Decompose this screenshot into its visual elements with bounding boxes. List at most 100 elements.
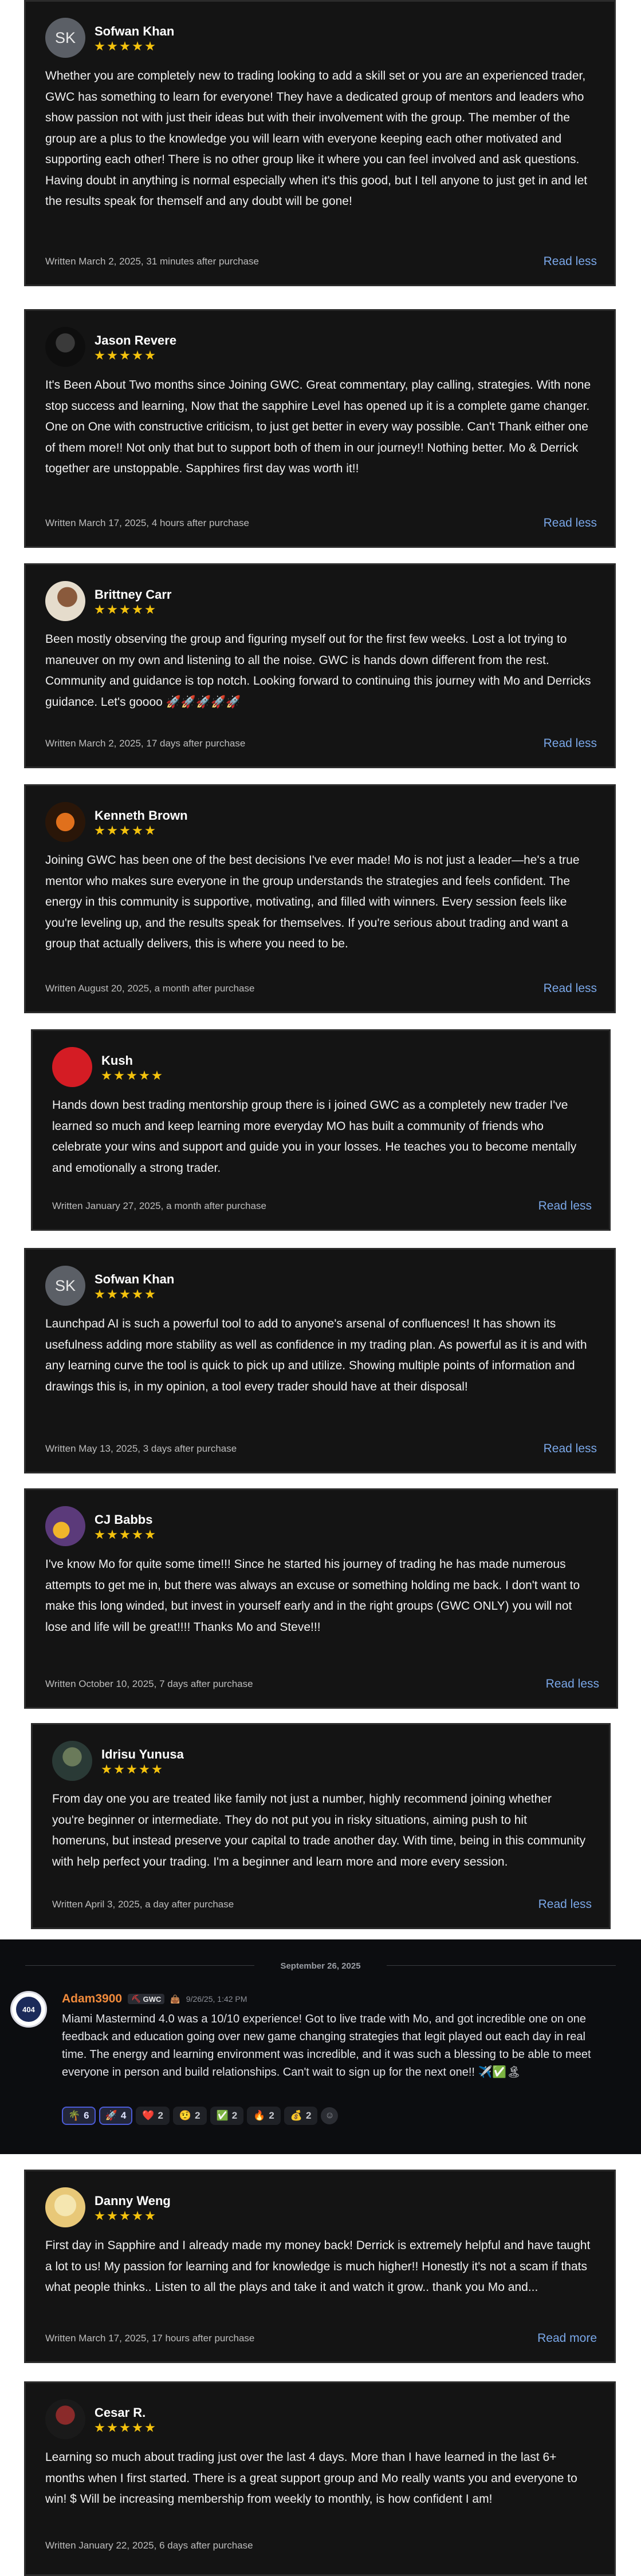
- star-rating: [95, 825, 188, 836]
- discord-message: September 26, 2025 404 Adam3900 ⛏ GWC 👜 …: [0, 1939, 641, 2154]
- reviewer-name: Idrisu Yunusa: [101, 1747, 184, 1761]
- read-less-link[interactable]: Read less: [544, 516, 597, 530]
- star-icon: [132, 2211, 143, 2221]
- star-icon: [127, 1070, 137, 1080]
- star-icon: [145, 1289, 155, 1299]
- review-card: Kenneth Brown Joining GWC has been one o…: [24, 784, 616, 1013]
- star-icon: [95, 825, 105, 835]
- review-text: Launchpad AI is such a powerful tool to …: [45, 1317, 587, 1393]
- star-rating: [95, 2211, 171, 2221]
- star-rating: [95, 1530, 155, 1540]
- star-icon: [132, 605, 143, 614]
- star-rating: [95, 41, 174, 52]
- avatar: [45, 2399, 85, 2439]
- reaction-count: 2: [158, 2110, 163, 2121]
- reaction-heart[interactable]: ❤️ 2: [136, 2107, 170, 2125]
- star-icon: [132, 350, 143, 360]
- star-icon: [107, 605, 117, 614]
- star-icon: [95, 2211, 105, 2221]
- read-less-link[interactable]: Read less: [544, 982, 597, 995]
- reviewer-name: Danny Weng: [95, 2194, 171, 2208]
- avatar: [52, 1741, 92, 1781]
- star-icon: [120, 2423, 130, 2432]
- add-reaction-icon[interactable]: ☺: [321, 2107, 339, 2124]
- star-icon: [120, 1530, 130, 1539]
- star-icon: [120, 2211, 130, 2221]
- star-icon: [107, 1530, 117, 1539]
- star-icon: [95, 1289, 105, 1299]
- reaction-count: 2: [231, 2110, 238, 2121]
- review-text: Whether you are completely new to tradin…: [45, 69, 588, 208]
- review-card: CJ Babbs I've know Mo for quite some tim…: [24, 1488, 618, 1709]
- star-icon: [152, 1070, 162, 1080]
- read-less-link[interactable]: Read less: [538, 1898, 592, 1911]
- star-rating: [101, 1070, 162, 1081]
- reaction-raised-eyebrow[interactable]: 🤨 2: [172, 2107, 207, 2125]
- heart-icon: ❤️: [142, 2110, 155, 2121]
- reaction-count: 2: [195, 2110, 200, 2121]
- avatar: SK: [45, 18, 85, 58]
- username[interactable]: Adam3900: [62, 1992, 122, 2006]
- star-rating: [95, 350, 176, 361]
- star-icon: [95, 1530, 105, 1539]
- avatar-text: 404: [16, 1997, 41, 2022]
- reviewer-name: CJ Babbs: [95, 1512, 153, 1527]
- review-text: Hands down best trading mentorship group…: [52, 1099, 577, 1175]
- star-icon: [120, 350, 130, 360]
- reviewer-name: Brittney Carr: [95, 587, 172, 602]
- star-icon: [132, 1289, 143, 1299]
- reaction-rocket[interactable]: 🚀 4: [99, 2107, 133, 2125]
- reaction-palm-tree[interactable]: 🌴 6: [62, 2107, 96, 2125]
- review-text: From day one you are treated like family…: [52, 1792, 586, 1868]
- written-date: Written March 17, 2025, 4 hours after pu…: [45, 517, 249, 528]
- money-bag-icon: 💰: [290, 2110, 303, 2121]
- star-rating: [95, 2423, 155, 2433]
- written-date: Written March 17, 2025, 17 hours after p…: [45, 2333, 255, 2344]
- star-icon: [107, 1289, 117, 1299]
- star-icon: [145, 2423, 155, 2432]
- avatar: [45, 1506, 85, 1546]
- reviewer-name: Kenneth Brown: [95, 808, 188, 823]
- reviewer-name: Cesar R.: [95, 2405, 146, 2420]
- written-date: Written August 20, 2025, a month after p…: [45, 983, 255, 994]
- written-date: Written March 2, 2025, 31 minutes after …: [45, 256, 259, 267]
- avatar: [45, 581, 85, 621]
- reaction-fire[interactable]: 🔥 2: [247, 2107, 281, 2125]
- avatar[interactable]: 404: [10, 1991, 47, 2028]
- star-icon: [139, 1764, 150, 1774]
- read-less-link[interactable]: Read less: [546, 1677, 599, 1691]
- reviewer-name: Jason Revere: [95, 333, 177, 347]
- star-rating: [95, 605, 171, 615]
- star-icon: [132, 825, 143, 835]
- read-less-link[interactable]: Read less: [544, 1442, 597, 1456]
- review-card: SK Sofwan Khan Whether you are completel…: [24, 0, 616, 286]
- reaction-count: 6: [84, 2110, 89, 2121]
- reactions: 🌴 6 🚀 4 ❤️ 2 🤨 2 ✅ 2 🔥 2 💰 2 ☺: [62, 2107, 339, 2125]
- read-less-link[interactable]: Read less: [544, 737, 597, 750]
- date-divider: September 26, 2025: [0, 1960, 641, 1971]
- star-rating: [95, 1289, 174, 1299]
- star-icon: [120, 605, 130, 614]
- reaction-check[interactable]: ✅ 2: [210, 2107, 244, 2125]
- server-tag[interactable]: ⛏ GWC: [128, 1994, 165, 2004]
- written-date: Written May 13, 2025, 3 days after purch…: [45, 1443, 237, 1454]
- review-text: First day in Sapphire and I already made…: [45, 2239, 591, 2294]
- read-less-link[interactable]: Read less: [544, 255, 597, 268]
- reaction-money-bag[interactable]: 💰 2: [284, 2107, 318, 2125]
- star-icon: [139, 1070, 150, 1080]
- review-card: Cesar R. Learning so much about trading …: [24, 2381, 616, 2576]
- reviewer-name: Sofwan Khan: [95, 1272, 175, 1286]
- written-date: Written January 27, 2025, a month after …: [52, 1200, 266, 1211]
- check-icon: ✅: [216, 2110, 229, 2121]
- review-text: Joining GWC has been one of the best dec…: [45, 854, 580, 950]
- star-icon: [120, 1289, 130, 1299]
- star-icon: [145, 825, 155, 835]
- avatar: SK: [45, 1266, 85, 1306]
- review-card: Danny Weng First day in Sapphire and I a…: [24, 2170, 616, 2363]
- star-icon: [132, 41, 143, 51]
- read-less-link[interactable]: Read less: [538, 1199, 592, 1213]
- reaction-count: 2: [269, 2110, 274, 2121]
- star-icon: [107, 41, 117, 51]
- message-text: Miami Mastermind 4.0 was a 10/10 experie…: [62, 2013, 591, 2079]
- read-more-link[interactable]: Read more: [537, 2332, 597, 2345]
